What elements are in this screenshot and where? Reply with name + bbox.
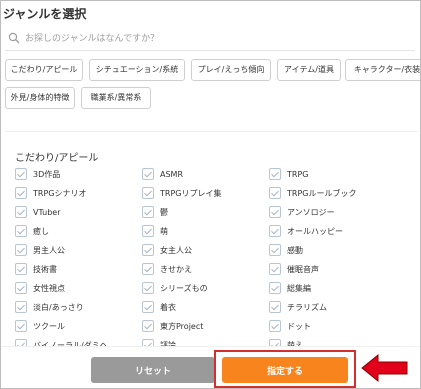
genre-option[interactable]: アンソロジー (269, 205, 335, 219)
genre-option[interactable]: 東方Project (142, 319, 203, 333)
genre-option[interactable]: 萌 (142, 224, 168, 238)
checkbox[interactable] (269, 225, 281, 237)
genre-option[interactable]: TRPGルールブック (269, 186, 356, 200)
checkbox[interactable] (142, 206, 154, 218)
category-chip[interactable]: プレイ/えっち傾向 (191, 59, 271, 81)
checkbox[interactable] (142, 282, 154, 294)
genre-search-input[interactable] (25, 30, 405, 48)
confirm-button[interactable]: 指定する (222, 357, 348, 383)
checkbox[interactable] (142, 263, 154, 275)
dialog-title: ジャンルを選択 (3, 7, 87, 21)
reset-button[interactable]: リセット (91, 357, 215, 383)
pointer-arrow-icon (361, 353, 408, 383)
checkbox[interactable] (15, 301, 27, 313)
genre-option[interactable]: VTuber (15, 205, 61, 219)
checkbox[interactable] (142, 168, 154, 180)
genre-option[interactable]: 女主人公 (142, 243, 192, 257)
category-chip[interactable]: キャラクター/衣装 (345, 59, 420, 81)
category-chip[interactable]: こだわり/アピール (5, 59, 83, 81)
genre-option[interactable]: 淡白/あっさり (15, 300, 84, 314)
genre-option[interactable]: きせかえ (142, 262, 192, 276)
genre-option[interactable]: 感動 (269, 243, 303, 257)
checkbox[interactable] (15, 168, 27, 180)
checkbox[interactable] (15, 244, 27, 256)
checkbox[interactable] (269, 206, 281, 218)
checkbox[interactable] (15, 263, 27, 275)
genre-option[interactable]: オールハッピー (269, 224, 343, 238)
genre-option[interactable]: 3D作品 (15, 167, 60, 181)
search-icon (8, 32, 20, 44)
checkbox[interactable] (269, 244, 281, 256)
genre-option[interactable]: 催眠音声 (269, 262, 319, 276)
divider (5, 131, 418, 132)
category-chip[interactable]: 外見/身体的特徴 (5, 87, 75, 109)
category-chip[interactable]: 職業系/異常系 (81, 87, 151, 109)
checkbox[interactable] (142, 225, 154, 237)
genre-option[interactable]: 癒し (15, 224, 49, 238)
checkbox[interactable] (15, 225, 27, 237)
checkbox[interactable] (142, 187, 154, 199)
genre-option[interactable]: ドット (269, 319, 311, 333)
checkbox[interactable] (15, 320, 27, 332)
genre-option[interactable]: 技術書 (15, 262, 57, 276)
checkbox[interactable] (15, 187, 27, 199)
genre-option[interactable]: TRPG (269, 167, 308, 181)
genre-option[interactable]: 男主人公 (15, 243, 65, 257)
genre-select-dialog: ジャンルを選択 こだわり/アピール シチュエーション/系統 プレイ/えっち傾向 … (0, 0, 421, 389)
checkbox[interactable] (142, 244, 154, 256)
checkbox[interactable] (269, 168, 281, 180)
genre-option[interactable]: ASMR (142, 167, 183, 181)
checkbox[interactable] (15, 206, 27, 218)
genre-option[interactable]: 女性視点 (15, 281, 65, 295)
checkbox[interactable] (15, 282, 27, 294)
genre-option[interactable]: 総集編 (269, 281, 311, 295)
search-bar (5, 27, 415, 51)
checkbox[interactable] (142, 301, 154, 313)
genre-option[interactable]: TRPGリプレイ集 (142, 186, 221, 200)
checkbox[interactable] (269, 282, 281, 294)
checkbox[interactable] (142, 320, 154, 332)
checkbox[interactable] (269, 301, 281, 313)
category-chip[interactable]: シチュエーション/系統 (89, 59, 185, 81)
genre-option[interactable]: チラリズム (269, 300, 327, 314)
genre-option[interactable]: ツクール (15, 319, 65, 333)
section-title: こだわり/アピール (15, 153, 99, 164)
genre-option[interactable]: TRPGシナリオ (15, 186, 86, 200)
genre-option[interactable]: シリーズもの (142, 281, 208, 295)
dialog-footer: リセット 指定する (1, 346, 420, 388)
checkbox[interactable] (269, 263, 281, 275)
checkbox[interactable] (269, 187, 281, 199)
category-chip[interactable]: アイテム/道具 (277, 59, 341, 81)
genre-option[interactable]: 鬱 (142, 205, 168, 219)
genre-option[interactable]: 着衣 (142, 300, 176, 314)
checkbox[interactable] (269, 320, 281, 332)
